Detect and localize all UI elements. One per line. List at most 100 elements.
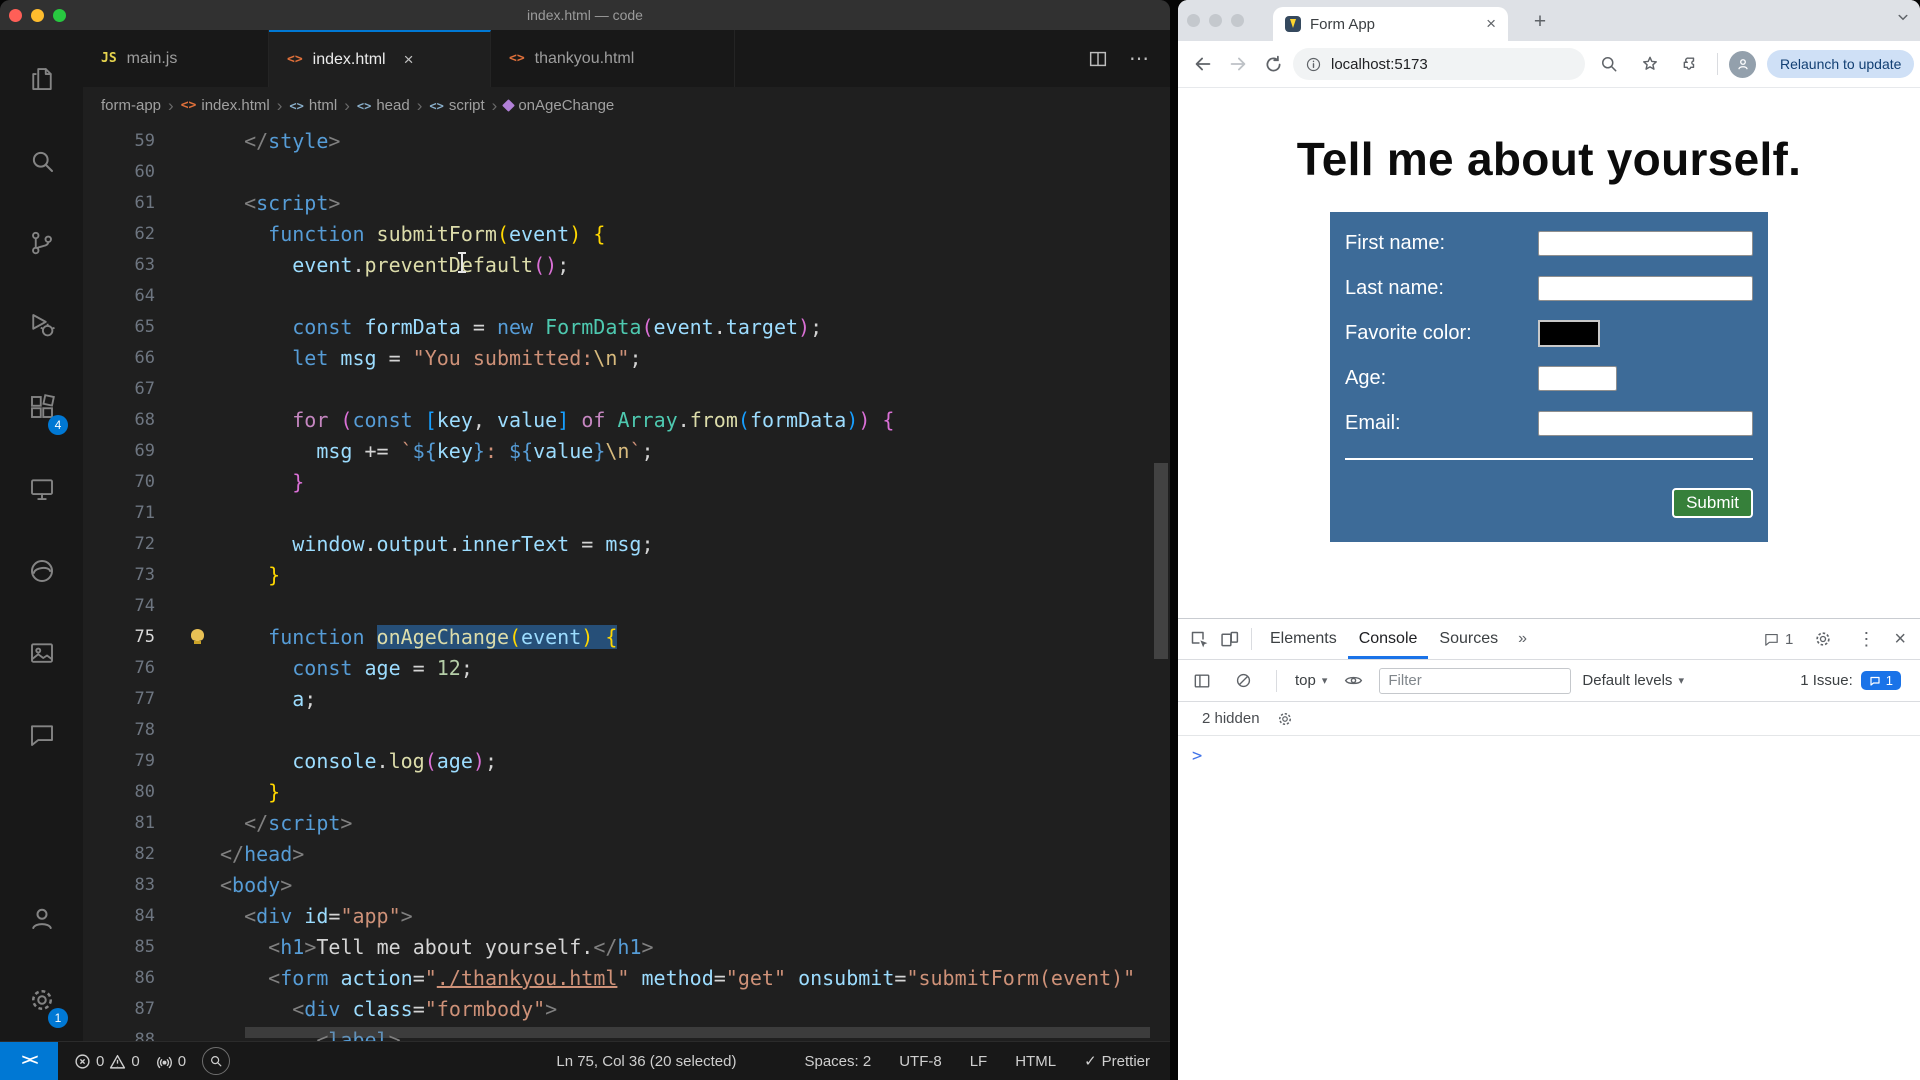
horizontal-scrollbar[interactable] (245, 1027, 1150, 1038)
formatter-status[interactable]: ✓ Prettier (1084, 1052, 1150, 1071)
chat-icon[interactable] (0, 694, 83, 776)
account-icon[interactable] (0, 877, 83, 959)
code-text[interactable]: } (220, 560, 1170, 591)
tab-console[interactable]: Console (1348, 619, 1429, 659)
code-text[interactable]: for (const [key, value] of Array.from(fo… (220, 405, 1170, 436)
code-text[interactable]: msg += `${key}: ${value}\n`; (220, 436, 1170, 467)
code-text[interactable]: </style> (220, 126, 1170, 157)
console-sidebar-icon[interactable] (1187, 667, 1217, 695)
code-line[interactable]: 74 (83, 591, 1170, 622)
tab-close-icon[interactable]: × (1486, 14, 1496, 34)
split-editor-icon[interactable] (1087, 48, 1109, 70)
address-bar[interactable]: localhost:5173 (1293, 48, 1585, 80)
code-line[interactable]: 84 <div id="app"> (83, 901, 1170, 932)
code-line[interactable]: 68 for (const [key, value] of Array.from… (83, 405, 1170, 436)
lightbulb-icon[interactable] (191, 629, 204, 644)
code-line[interactable]: 64 (83, 281, 1170, 312)
relaunch-update-button[interactable]: Relaunch to update (1767, 50, 1915, 78)
age-input[interactable] (1538, 365, 1617, 391)
extensions-puzzle-icon[interactable] (1676, 49, 1706, 79)
tab-sources[interactable]: Sources (1428, 619, 1509, 659)
code-text[interactable]: <div class="formbody"> (220, 994, 1170, 1025)
run-debug-icon[interactable] (0, 284, 83, 366)
forward-icon[interactable] (1223, 49, 1253, 79)
code-line[interactable]: 85 <h1>Tell me about yourself.</h1> (83, 932, 1170, 963)
remote-explorer-icon[interactable] (0, 448, 83, 530)
edge-tools-icon[interactable] (0, 530, 83, 612)
code-line[interactable]: 67 (83, 374, 1170, 405)
code-line[interactable]: 69 msg += `${key}: ${value}\n`; (83, 436, 1170, 467)
hidden-messages-label[interactable]: 2 hidden (1202, 710, 1260, 727)
code-line[interactable]: 71 (83, 498, 1170, 529)
code-text[interactable]: function onAgeChange(event) { (220, 622, 1170, 653)
devtools-close-icon[interactable]: × (1894, 628, 1906, 651)
breadcrumb-html[interactable]: <> html (289, 97, 337, 114)
hidden-settings-gear-icon[interactable] (1270, 705, 1300, 733)
code-text[interactable]: } (220, 467, 1170, 498)
remote-indicator[interactable]: >< (0, 1042, 58, 1080)
code-text[interactable]: console.log(age); (220, 746, 1170, 777)
code-line[interactable]: 60 (83, 157, 1170, 188)
code-text[interactable]: <body> (220, 870, 1170, 901)
close-button[interactable] (1187, 14, 1200, 27)
tab-close-icon[interactable]: × (404, 50, 414, 70)
close-button[interactable] (9, 8, 22, 22)
code-text[interactable]: let msg = "You submitted:\n"; (220, 343, 1170, 374)
code-line[interactable]: 78 (83, 715, 1170, 746)
devtools-settings-icon[interactable] (1808, 625, 1838, 653)
code-text[interactable]: a; (220, 684, 1170, 715)
code-line[interactable]: 77 a; (83, 684, 1170, 715)
color-swatch[interactable] (1538, 319, 1600, 347)
search-icon[interactable] (0, 120, 83, 202)
code-line[interactable]: 81 </script> (83, 808, 1170, 839)
issue-count-chip[interactable]: 1 (1860, 671, 1901, 690)
breadcrumb-file[interactable]: <> index.html (181, 97, 270, 114)
zoom-button[interactable] (53, 8, 66, 22)
code-line[interactable]: 87 <div class="formbody"> (83, 994, 1170, 1025)
last-name-input[interactable] (1538, 275, 1753, 301)
breadcrumb-folder[interactable]: form-app (101, 97, 161, 114)
code-line[interactable]: 66 let msg = "You submitted:\n"; (83, 343, 1170, 374)
minimize-button[interactable] (31, 8, 44, 22)
minimize-button[interactable] (1209, 14, 1222, 27)
code-line[interactable]: 76 const age = 12; (83, 653, 1170, 684)
code-text[interactable]: const age = 12; (220, 653, 1170, 684)
source-control-icon[interactable] (0, 202, 83, 284)
code-line[interactable]: 61 <script> (83, 188, 1170, 219)
code-text[interactable]: } (220, 777, 1170, 808)
code-line[interactable]: 59 </style> (83, 126, 1170, 157)
reload-icon[interactable] (1258, 49, 1288, 79)
breadcrumb-symbol[interactable]: onAgeChange (502, 97, 614, 114)
code-editor[interactable]: 59 </style> 60 61 <script> 62 function subm… (83, 124, 1170, 1041)
email-input[interactable] (1538, 410, 1753, 436)
code-text[interactable]: <script> (220, 188, 1170, 219)
code-text[interactable]: event.preventDefault(); (220, 250, 1170, 281)
code-text[interactable]: <div id="app"> (220, 901, 1170, 932)
tab-thankyou-html[interactable]: <> thankyou.html (491, 30, 735, 87)
back-icon[interactable] (1188, 49, 1218, 79)
eol-status[interactable]: LF (970, 1053, 988, 1070)
code-text[interactable] (220, 591, 1170, 622)
first-name-input[interactable] (1538, 230, 1753, 256)
breadcrumb-head[interactable]: <> head (357, 97, 410, 114)
settings-gear-icon[interactable]: 1 (0, 959, 83, 1041)
code-text[interactable]: </script> (220, 808, 1170, 839)
tab-index-html[interactable]: <> index.html × (269, 30, 491, 87)
new-tab-button[interactable]: + (1526, 8, 1554, 36)
more-tabs-icon[interactable]: » (1509, 630, 1536, 648)
vertical-scrollbar[interactable] (1154, 463, 1168, 659)
console-prompt[interactable]: > (1178, 736, 1920, 766)
bookmark-star-icon[interactable] (1635, 49, 1665, 79)
cursor-position[interactable]: Ln 75, Col 36 (20 selected) (556, 1053, 736, 1070)
console-filter-input[interactable] (1379, 667, 1572, 694)
vscode-titlebar[interactable]: index.html — code (0, 0, 1170, 30)
more-actions-icon[interactable]: ⋯ (1129, 46, 1150, 71)
code-line[interactable]: 86 <form action="./thankyou.html" method… (83, 963, 1170, 994)
code-text[interactable]: <form action="./thankyou.html" method="g… (220, 963, 1170, 994)
code-line[interactable]: 82 </head> (83, 839, 1170, 870)
code-text[interactable] (220, 157, 1170, 188)
inspect-element-icon[interactable] (1184, 625, 1214, 653)
ports-status[interactable]: 0 (156, 1053, 186, 1070)
code-line[interactable]: 65 const formData = new FormData(event.t… (83, 312, 1170, 343)
zoom-button[interactable] (1231, 14, 1244, 27)
